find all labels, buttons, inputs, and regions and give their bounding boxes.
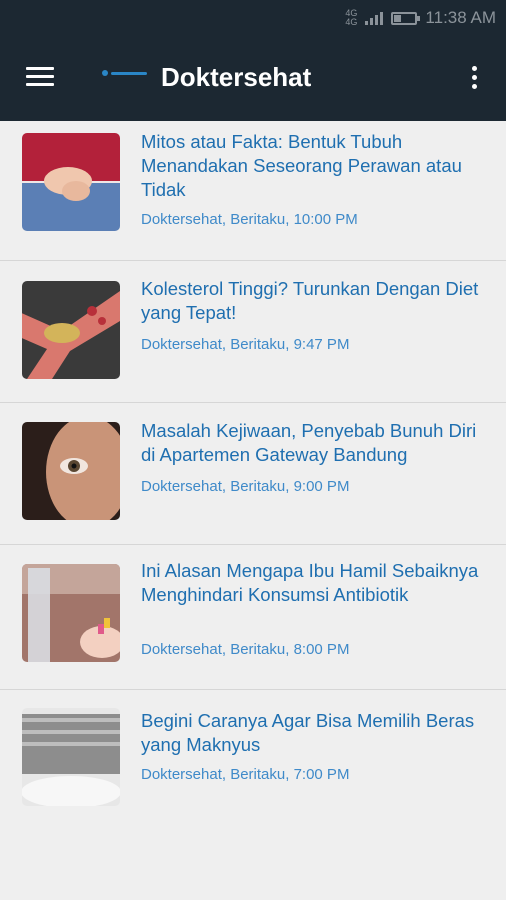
- app-bar: Doktersehat: [0, 40, 506, 121]
- network-indicator: 4G 4G: [345, 8, 358, 27]
- article-title[interactable]: Mitos atau Fakta: Bentuk Tubuh Menandaka…: [141, 130, 486, 202]
- article-meta: Doktersehat, Beritaku, 10:00 PM: [141, 211, 358, 228]
- hamburger-menu-icon[interactable]: [14, 56, 66, 96]
- article-meta: Doktersehat, Beritaku, 7:00 PM: [141, 766, 350, 783]
- signal-icon: [365, 11, 384, 25]
- article-item[interactable]: Masalah Kejiwaan, Penyebab Bunuh Diri di…: [0, 403, 506, 544]
- article-title[interactable]: Ini Alasan Mengapa Ibu Hamil Sebaiknya M…: [141, 559, 486, 607]
- article-title[interactable]: Begini Caranya Agar Bisa Memilih Beras y…: [141, 709, 486, 757]
- article-meta: Doktersehat, Beritaku, 9:47 PM: [141, 336, 350, 353]
- article-thumbnail: [22, 422, 120, 520]
- article-thumbnail: [22, 564, 120, 662]
- battery-icon: [391, 11, 421, 25]
- article-meta: Doktersehat, Beritaku, 9:00 PM: [141, 478, 350, 495]
- article-thumbnail: [22, 133, 120, 231]
- clock: 11:38 AM: [425, 8, 496, 27]
- article-thumbnail: [22, 281, 120, 379]
- more-vert-icon[interactable]: [462, 60, 486, 94]
- app-title: Doktersehat: [161, 62, 312, 92]
- article-title[interactable]: Masalah Kejiwaan, Penyebab Bunuh Diri di…: [141, 419, 486, 467]
- status-bar: 4G 4G 11:38 AM: [0, 0, 506, 40]
- article-item[interactable]: Kolesterol Tinggi? Turunkan Dengan Diet …: [0, 261, 506, 402]
- article-item[interactable]: Mitos atau Fakta: Bentuk Tubuh Menandaka…: [0, 121, 506, 260]
- article-meta: Doktersehat, Beritaku, 8:00 PM: [141, 641, 350, 658]
- article-item[interactable]: Begini Caranya Agar Bisa Memilih Beras y…: [0, 690, 506, 830]
- article-item[interactable]: Ini Alasan Mengapa Ibu Hamil Sebaiknya M…: [0, 545, 506, 690]
- article-thumbnail: [22, 708, 120, 806]
- app-logo: [102, 70, 147, 76]
- article-title[interactable]: Kolesterol Tinggi? Turunkan Dengan Diet …: [141, 277, 486, 325]
